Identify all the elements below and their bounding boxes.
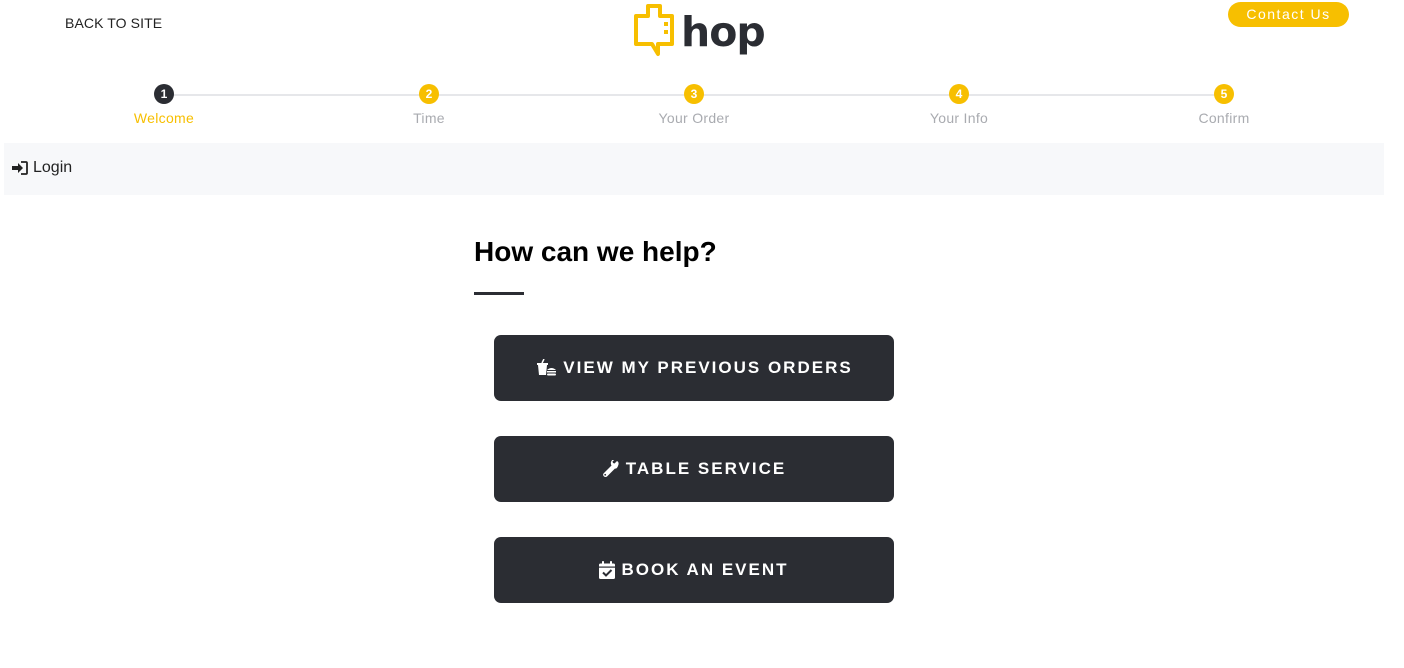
back-to-site-link[interactable]: BACK TO SITE bbox=[65, 15, 162, 31]
step-confirm[interactable]: 5 Confirm bbox=[1154, 84, 1294, 126]
step-your-info[interactable]: 4 Your Info bbox=[889, 84, 1029, 126]
table-service-label: TABLE SERVICE bbox=[625, 459, 787, 478]
step-number: 3 bbox=[684, 84, 704, 104]
book-an-event-button[interactable]: BOOK AN EVENT bbox=[494, 537, 894, 603]
step-label: Time bbox=[413, 110, 445, 126]
hop-logo-icon bbox=[634, 4, 674, 56]
hop-logo[interactable]: hop bbox=[632, 2, 766, 60]
step-welcome[interactable]: 1 Welcome bbox=[94, 84, 234, 126]
login-bar: Login bbox=[4, 143, 1384, 195]
step-label: Confirm bbox=[1198, 110, 1250, 126]
page: BACK TO SITE hop Contact Us 1 Welcome 2 … bbox=[0, 0, 1404, 668]
step-your-order[interactable]: 3 Your Order bbox=[624, 84, 764, 126]
step-label: Your Order bbox=[658, 110, 730, 126]
step-label: Welcome bbox=[133, 110, 195, 126]
view-previous-orders-button[interactable]: VIEW MY PREVIOUS ORDERS bbox=[494, 335, 894, 401]
step-number: 4 bbox=[949, 84, 969, 104]
step-number: 2 bbox=[419, 84, 439, 104]
login-link[interactable]: Login bbox=[12, 159, 72, 177]
step-label: Your Info bbox=[929, 110, 989, 126]
view-previous-orders-label: VIEW MY PREVIOUS ORDERS bbox=[563, 358, 853, 377]
calendar-check-icon bbox=[599, 561, 616, 579]
contact-us-button[interactable]: Contact Us bbox=[1228, 2, 1349, 27]
logo-wordmark: hop bbox=[681, 8, 766, 56]
progress-stepper: 1 Welcome 2 Time 3 Your Order 4 Your Inf… bbox=[0, 84, 1404, 134]
book-an-event-label: BOOK AN EVENT bbox=[621, 560, 789, 579]
heading-underline bbox=[474, 292, 524, 295]
page-heading: How can we help? bbox=[474, 236, 717, 267]
login-label: Login bbox=[33, 159, 73, 176]
step-number: 1 bbox=[154, 84, 174, 104]
sign-in-icon bbox=[12, 161, 28, 175]
wrench-icon bbox=[602, 460, 620, 478]
step-time[interactable]: 2 Time bbox=[359, 84, 499, 126]
step-number: 5 bbox=[1214, 84, 1234, 104]
table-service-button[interactable]: TABLE SERVICE bbox=[494, 436, 894, 502]
food-order-icon bbox=[535, 359, 557, 377]
